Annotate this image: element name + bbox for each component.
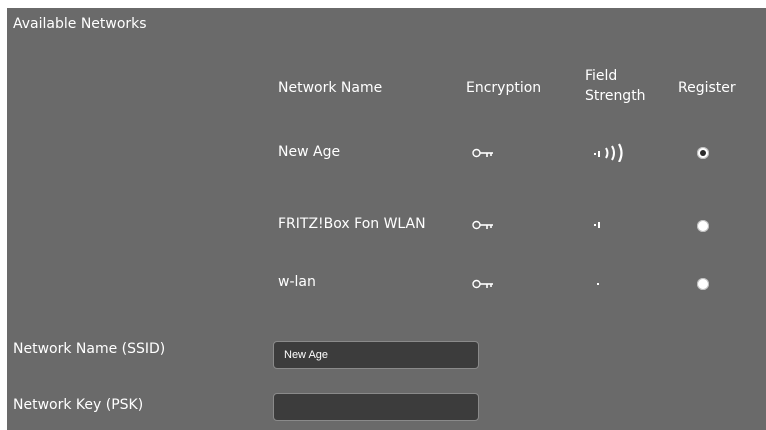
column-header-encryption: Encryption	[466, 80, 542, 96]
ssid-input[interactable]	[273, 341, 479, 369]
signal-strength-icon	[594, 143, 623, 162]
psk-input[interactable]	[273, 393, 479, 421]
column-header-field-strength-line1: Field	[585, 68, 618, 84]
column-header-field-strength-line2: Strength	[585, 88, 646, 104]
column-header-field-strength: Field Strength	[585, 66, 646, 106]
ssid-label: Network Name (SSID)	[13, 341, 166, 357]
network-row-name: w-lan	[278, 274, 316, 290]
network-row-name: FRITZ!Box Fon WLAN	[278, 216, 426, 232]
section-title: Available Networks	[13, 16, 147, 32]
key-icon	[472, 220, 493, 230]
available-networks-panel: Available Networks Network Name Encrypti…	[7, 8, 766, 430]
register-radio-w-lan[interactable]	[697, 278, 709, 290]
psk-label: Network Key (PSK)	[13, 397, 144, 413]
register-radio-new-age[interactable]	[697, 147, 709, 159]
network-row-name: New Age	[278, 144, 341, 160]
key-icon	[472, 279, 493, 289]
signal-strength-icon	[597, 283, 599, 285]
signal-strength-icon	[594, 222, 600, 228]
column-header-network-name: Network Name	[278, 80, 383, 96]
key-icon	[472, 148, 493, 158]
column-header-register: Register	[678, 80, 736, 96]
register-radio-fritzbox[interactable]	[697, 220, 709, 232]
